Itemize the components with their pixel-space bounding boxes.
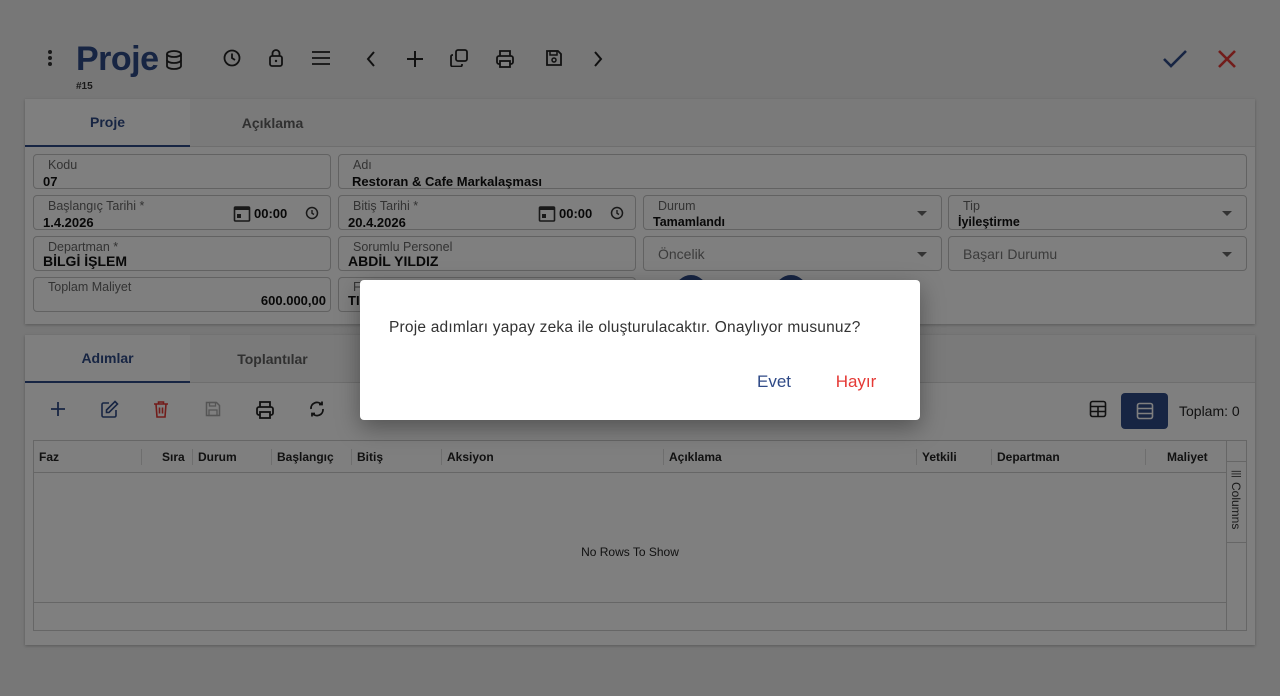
confirm-dialog: Proje adımları yapay zeka ile oluşturula… — [360, 280, 920, 420]
no-button[interactable]: Hayır — [826, 372, 886, 394]
dialog-message: Proje adımları yapay zeka ile oluşturula… — [389, 319, 861, 336]
yes-button[interactable]: Evet — [744, 372, 804, 394]
